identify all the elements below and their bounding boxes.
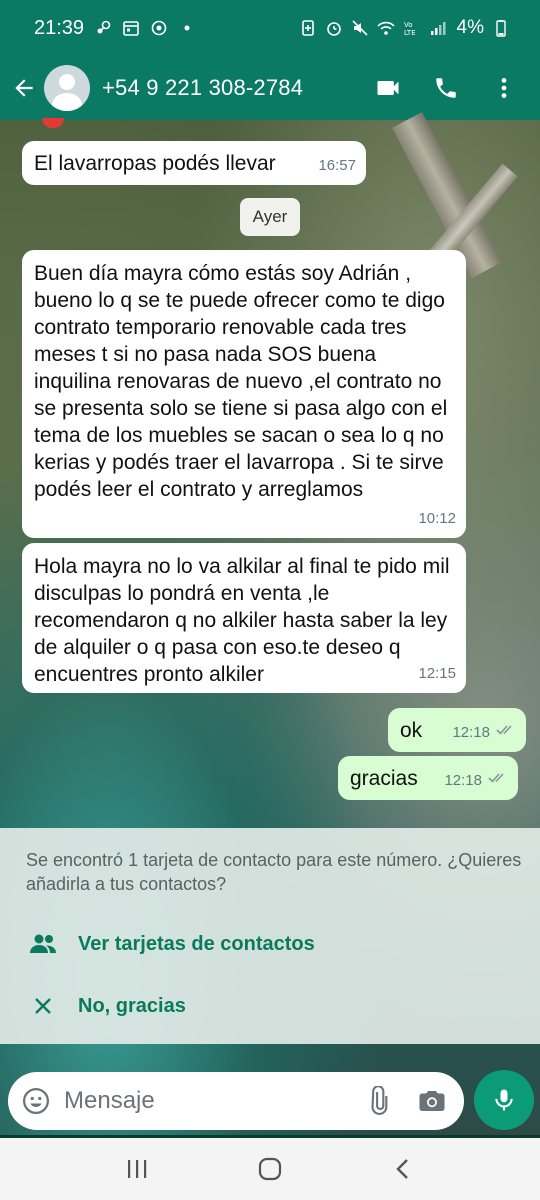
- whatsapp-notification-icon: [150, 19, 168, 37]
- status-time: 21:39: [34, 16, 85, 39]
- message-bubble-incoming[interactable]: Buen día mayra cómo estás soy Adrián , b…: [22, 250, 466, 538]
- message-composer: [8, 1072, 464, 1130]
- attach-button[interactable]: [360, 1083, 396, 1119]
- dot-icon: [178, 19, 196, 37]
- svg-text:Vo: Vo: [404, 21, 413, 29]
- system-navigation-bar: [0, 1138, 540, 1200]
- emoji-icon: [23, 1088, 49, 1114]
- view-contact-cards-label: Ver tarjetas de contactos: [78, 932, 315, 955]
- dismiss-contact-label: No, gracias: [78, 994, 186, 1017]
- message-time: 12:18: [452, 724, 490, 741]
- message-time: 12:15: [418, 665, 456, 682]
- more-vert-icon: [501, 78, 507, 98]
- dismiss-contact-button[interactable]: No, gracias: [0, 978, 540, 1034]
- home-icon: [258, 1157, 282, 1181]
- battery-icon: [492, 19, 510, 37]
- message-input[interactable]: [64, 1087, 344, 1115]
- contact-card-prompt: Se encontró 1 tarjeta de contacto para e…: [0, 828, 540, 1044]
- contact-prompt-text: Se encontró 1 tarjeta de contacto para e…: [26, 850, 522, 894]
- steam-notification-icon: [94, 19, 112, 37]
- status-left: 21:39: [34, 17, 196, 40]
- back-button[interactable]: [6, 64, 42, 112]
- message-meta: 10:12: [418, 505, 456, 532]
- voice-message-button[interactable]: [474, 1070, 534, 1130]
- message-time: 12:18: [444, 772, 482, 789]
- message-bubble-outgoing[interactable]: gracias 12:18: [338, 756, 518, 800]
- message-bubble-incoming[interactable]: El lavarropas podés llevar 16:57: [22, 141, 366, 185]
- camera-button[interactable]: [414, 1083, 450, 1119]
- message-text: Buen día mayra cómo estás soy Adrián , b…: [34, 262, 448, 501]
- video-call-icon: [377, 81, 399, 95]
- wifi-icon: [376, 19, 395, 37]
- message-meta: 12:15: [418, 660, 456, 687]
- date-divider: Ayer: [240, 198, 300, 236]
- message-meta: 16:57: [318, 152, 356, 179]
- group-icon: [26, 933, 60, 955]
- header-actions: [372, 72, 540, 104]
- emoji-button[interactable]: [18, 1083, 54, 1119]
- battery-saver-icon: [299, 19, 317, 37]
- message-bubble-outgoing[interactable]: ok 12:18: [388, 708, 526, 752]
- alarm-icon: [325, 19, 343, 37]
- message-time: 16:57: [318, 157, 356, 174]
- microphone-icon: [495, 1089, 513, 1111]
- message-meta: 12:18: [444, 767, 508, 794]
- voice-call-button[interactable]: [430, 72, 462, 104]
- system-back-button[interactable]: [378, 1144, 428, 1194]
- chat-header: +54 9 221 308-2784: [0, 56, 540, 120]
- volte-icon: Vo LTE: [403, 19, 421, 37]
- status-right: Vo LTE 4%: [299, 17, 510, 39]
- camera-icon: [419, 1091, 445, 1111]
- back-arrow-icon: [15, 79, 33, 97]
- recent-apps-button[interactable]: [112, 1144, 162, 1194]
- avatar[interactable]: [44, 65, 90, 111]
- mute-icon: [351, 19, 369, 37]
- view-contact-cards-button[interactable]: Ver tarjetas de contactos: [0, 916, 540, 972]
- calendar-icon: [122, 19, 140, 37]
- status-bar: 21:39 Vo LTE 4%: [0, 0, 540, 56]
- message-time: 10:12: [418, 510, 456, 527]
- message-text: Hola mayra no lo va alkilar al final te …: [34, 555, 450, 686]
- contact-name[interactable]: +54 9 221 308-2784: [102, 75, 303, 101]
- message-meta: 12:18: [452, 719, 516, 746]
- battery-percent: 4%: [456, 17, 484, 38]
- home-button[interactable]: [245, 1144, 295, 1194]
- recent-apps-icon: [127, 1160, 146, 1178]
- double-check-icon: [488, 767, 508, 794]
- message-text: El lavarropas podés llevar: [34, 152, 276, 175]
- signal-icon: [429, 19, 447, 37]
- avatar-head-shape: [59, 74, 75, 90]
- paperclip-icon: [371, 1086, 388, 1115]
- double-check-icon: [496, 719, 516, 746]
- more-options-button[interactable]: [488, 72, 520, 104]
- chevron-left-icon: [396, 1159, 409, 1179]
- close-icon: [26, 996, 60, 1016]
- avatar-body-shape: [52, 93, 82, 111]
- video-call-button[interactable]: [372, 72, 404, 104]
- message-bubble-incoming[interactable]: Hola mayra no lo va alkilar al final te …: [22, 543, 466, 693]
- phone-icon: [436, 78, 456, 98]
- svg-text:LTE: LTE: [404, 29, 416, 37]
